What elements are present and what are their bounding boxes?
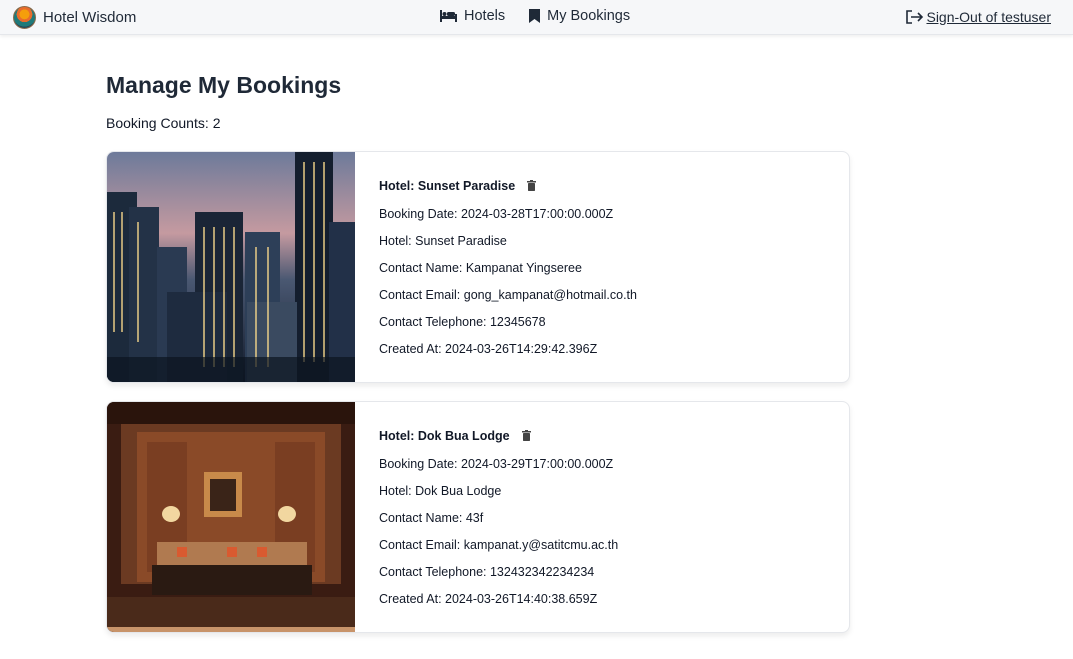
booking-hotel-title: Hotel: Sunset Paradise [379,179,516,193]
hotel-image [107,402,355,632]
sign-out-label: Sign-Out of testuser [926,9,1051,25]
hotel-image [107,152,355,382]
booking-date: Booking Date: 2024-03-28T17:00:00.000Z [379,207,614,221]
sign-out-link[interactable]: Sign-Out of testuser [906,9,1051,25]
contact-name: Contact Name: Kampanat Yingseree [379,261,582,275]
hotel-logo-icon[interactable] [13,6,36,29]
booking-card: Hotel: Sunset Paradise Booking Date: 202… [106,151,850,383]
booking-hotel: Hotel: Dok Bua Lodge [379,484,502,498]
booking-header: Hotel: Sunset Paradise [379,179,829,207]
bed-icon [440,10,457,22]
booking-hotel: Hotel: Sunset Paradise [379,234,507,248]
sign-out-icon [906,10,924,24]
page-title: Manage My Bookings [106,72,342,98]
created-at: Created At: 2024-03-26T14:29:42.396Z [379,342,598,356]
booking-count-label: Booking Counts: [106,115,209,131]
contact-email: Contact Email: gong_kampanat@hotmail.co.… [379,288,637,302]
booking-date: Booking Date: 2024-03-29T17:00:00.000Z [379,457,614,471]
booking-details: Hotel: Sunset Paradise Booking Date: 202… [379,179,829,369]
contact-telephone: Contact Telephone: 132432342234234 [379,565,595,579]
main-nav: Hotels My Bookings [440,8,630,24]
booking-hotel-title: Hotel: Dok Bua Lodge [379,429,510,443]
contact-email: Contact Email: kampanat.y@satitcmu.ac.th [379,538,619,552]
booking-card: Hotel: Dok Bua Lodge Booking Date: 2024-… [106,401,850,633]
created-at: Created At: 2024-03-26T14:40:38.659Z [379,592,598,606]
contact-name: Contact Name: 43f [379,511,484,525]
trash-icon[interactable] [521,430,531,444]
trash-icon[interactable] [527,180,537,194]
nav-hotels-link[interactable]: Hotels [440,8,505,24]
bookmark-icon [529,9,541,23]
booking-header: Hotel: Dok Bua Lodge [379,429,829,457]
nav-my-bookings-label: My Bookings [547,8,631,24]
contact-telephone: Contact Telephone: 12345678 [379,315,546,329]
booking-details: Hotel: Dok Bua Lodge Booking Date: 2024-… [379,429,829,619]
booking-count-value: 2 [212,115,221,131]
brand-name[interactable]: Hotel Wisdom [43,9,136,26]
nav-hotels-label: Hotels [464,8,506,24]
nav-my-bookings-link[interactable]: My Bookings [529,8,630,24]
top-navbar: Hotel Wisdom Hotels My Bookings Sign-Out… [0,0,1073,35]
booking-count: Booking Counts: 2 [106,115,221,131]
